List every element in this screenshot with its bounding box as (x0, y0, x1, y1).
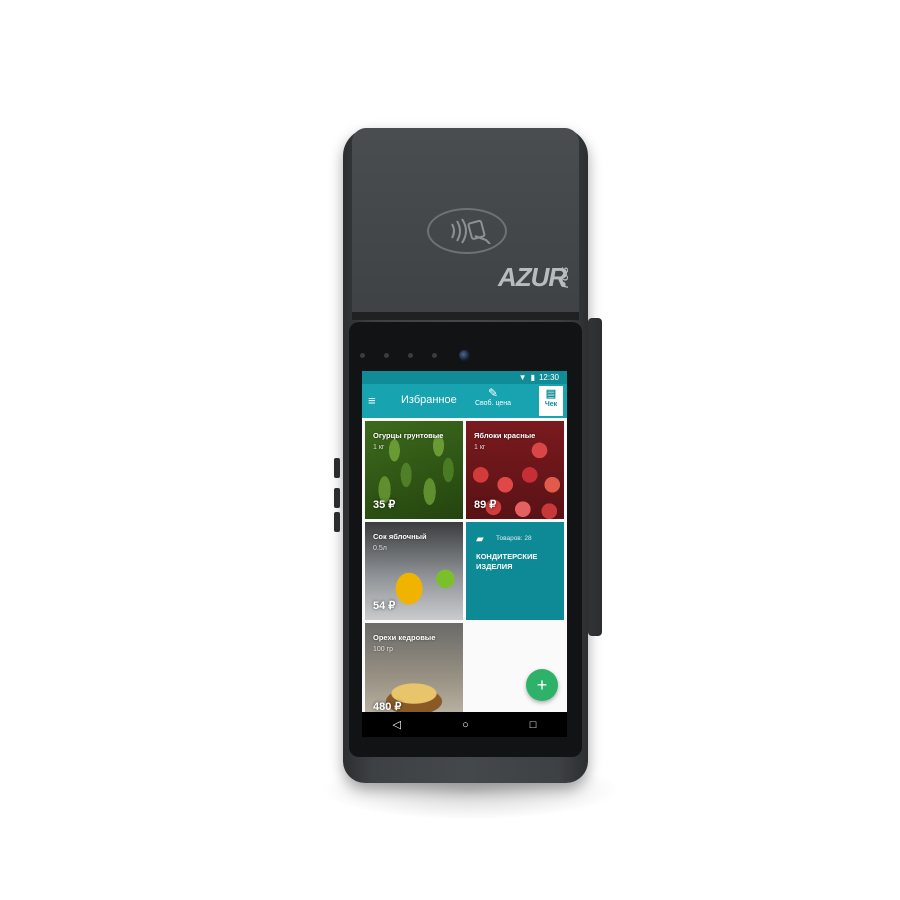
product-unit: 0.5л (373, 545, 387, 552)
sensor-dot (384, 353, 389, 358)
sensor-dot (408, 353, 413, 358)
product-tile-cucumbers[interactable]: Огурцы грунтовые 1 кг 35 ₽ (365, 421, 463, 519)
front-camera (459, 350, 470, 361)
folder-icon: ▰ (476, 534, 484, 545)
battery-icon: ▮ (530, 373, 535, 382)
category-folder-confectionery[interactable]: ▰ Товаров: 28 КОНДИТЕРСКИЕ ИЗДЕЛИЯ (466, 522, 564, 620)
product-name: Яблоки красные (474, 431, 536, 440)
product-unit: 100 гр (373, 646, 394, 653)
status-bar: ▼ ▮ 12:30 (362, 371, 567, 384)
folder-name: КОНДИТЕРСКИЕ ИЗДЕЛИЯ (476, 552, 538, 571)
product-price: 89 ₽ (474, 499, 497, 511)
azur-pos-logo: AZUR POS (498, 262, 578, 292)
receipt-paper-slot (352, 312, 579, 320)
wifi-icon: ▼ (518, 373, 527, 382)
receipt-label: Чек (544, 401, 558, 408)
home-icon[interactable]: ○ (462, 719, 469, 731)
receipt-icon: ▤ (545, 388, 557, 400)
side-button[interactable] (334, 458, 340, 478)
status-time: 12:30 (538, 373, 559, 382)
product-unit: 1 кг (474, 444, 486, 451)
android-nav-bar: ◁ ○ □ (362, 712, 567, 737)
app-bar: ≡ Избранное ✎ Своб. цена ▤ Чек (362, 384, 567, 418)
product-name: Сок яблочный (373, 532, 427, 541)
add-item-button[interactable]: + (526, 669, 558, 701)
sensor-dot (432, 353, 437, 358)
product-tile-pine-nuts[interactable]: Орехи кедровые 100 гр 480 ₽ (365, 623, 463, 721)
hand-strap (588, 318, 602, 636)
free-price-button[interactable]: ✎ Своб. цена (468, 387, 518, 417)
page-title: Избранное (401, 394, 457, 406)
favorites-grid: Огурцы грунтовые 1 кг 35 ₽ Яблоки красны… (362, 418, 567, 721)
hamburger-menu-icon[interactable]: ≡ (368, 392, 376, 410)
side-button[interactable] (334, 488, 340, 508)
product-tile-apple-juice[interactable]: Сок яблочный 0.5л 54 ₽ (365, 522, 463, 620)
contactless-card-icon (427, 208, 507, 254)
product-tile-apples[interactable]: Яблоки красные 1 кг 89 ₽ (466, 421, 564, 519)
logo-sub: POS (560, 266, 570, 289)
folder-item-count: Товаров: 28 (496, 535, 532, 542)
edit-note-icon: ✎ (487, 386, 499, 400)
side-button[interactable] (334, 512, 340, 532)
free-price-label: Своб. цена (474, 400, 512, 407)
back-icon[interactable]: ◁ (393, 718, 401, 731)
product-unit: 1 кг (373, 444, 385, 451)
nfc-waves-icon (451, 218, 491, 244)
plus-icon: + (536, 675, 548, 695)
product-name: Орехи кедровые (373, 633, 436, 642)
recents-icon[interactable]: □ (530, 719, 537, 731)
product-name: Огурцы грунтовые (373, 431, 444, 440)
product-price: 54 ₽ (373, 600, 396, 612)
sensor-dot (360, 353, 365, 358)
receipt-button[interactable]: ▤ Чек (539, 386, 563, 416)
device-screen: ▼ ▮ 12:30 ≡ Избранное ✎ Своб. цена ▤ Чек… (362, 371, 567, 737)
logo-brand: AZUR (498, 262, 567, 292)
product-price: 35 ₽ (373, 499, 396, 511)
